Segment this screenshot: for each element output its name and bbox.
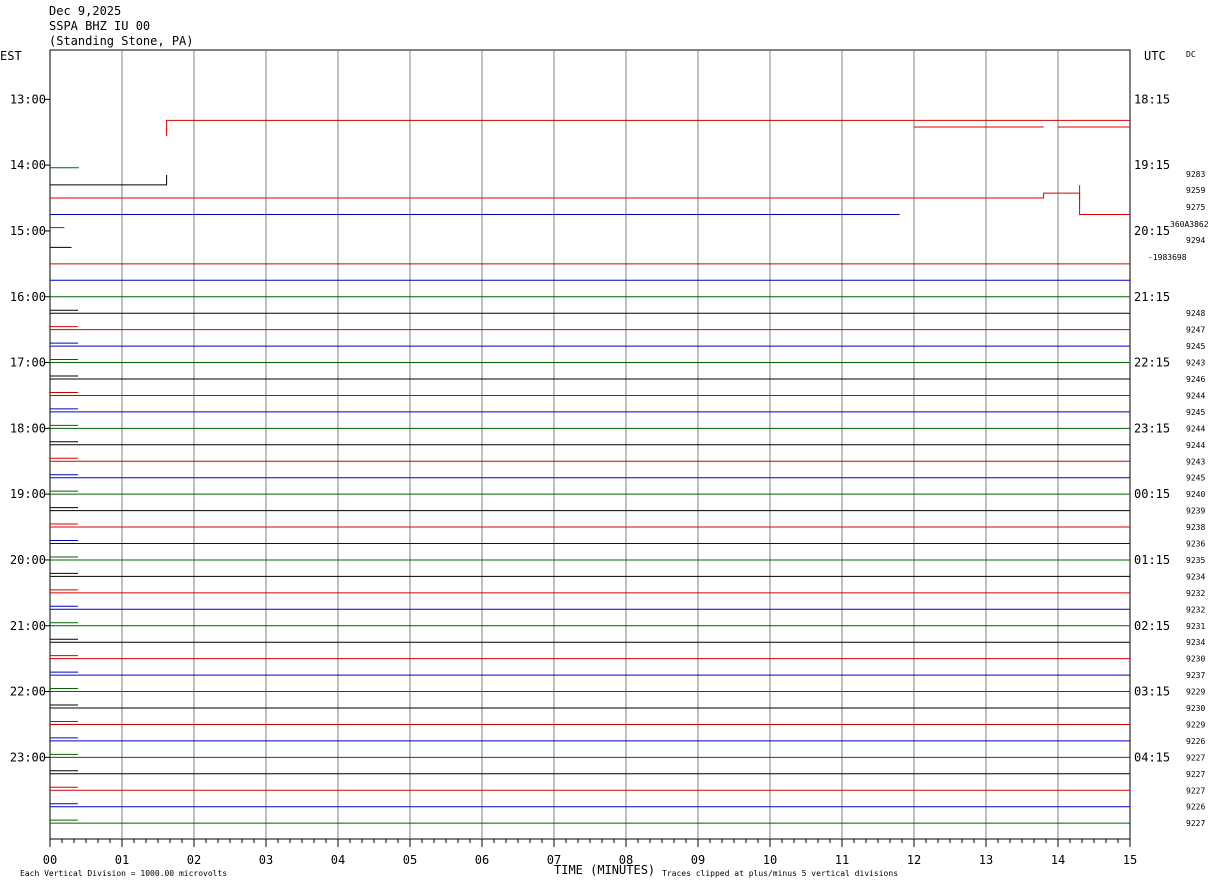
row-value-label: 9226 [1186, 803, 1205, 812]
row-value-label: 9236 [1186, 540, 1205, 549]
x-tick-label: 10 [763, 853, 777, 867]
right-zone-label: UTC [1144, 49, 1166, 63]
row-value-label: 9238 [1186, 523, 1205, 532]
axes: 00 01 02 03 04 05 06 07 08 09 10 11 12 13 14 1513:0014:… [10, 92, 1209, 867]
row-value-label: 9239 [1186, 507, 1205, 516]
x-tick-label: 14 [1051, 853, 1065, 867]
row-value-label: 9244 [1186, 424, 1205, 433]
x-tick-label: 05 [403, 853, 417, 867]
trace-line [50, 175, 168, 186]
right-hour-label: 02:15 [1134, 619, 1170, 633]
right-hour-label: 18:15 [1134, 92, 1170, 106]
x-tick-label: 03 [259, 853, 273, 867]
row-value-label: 9234 [1186, 638, 1205, 647]
left-hour-label: 16:00 [10, 290, 46, 304]
row-value-label: 9227 [1186, 770, 1205, 779]
row-value-label: 9243 [1186, 457, 1205, 466]
row-value-label: 9275 [1186, 203, 1205, 212]
x-tick-label: 09 [691, 853, 705, 867]
row-value-label: 9237 [1186, 671, 1205, 680]
left-hour-label: 14:00 [10, 158, 46, 172]
x-tick-label: 02 [187, 853, 201, 867]
row-value-label: 9229 [1186, 688, 1205, 697]
x-tick-label: 00 [43, 853, 57, 867]
clip-note: Traces clipped at plus/minus 5 vertical … [662, 869, 898, 878]
right-hour-label: 22:15 [1134, 356, 1170, 370]
grid [49, 49, 1131, 840]
x-tick-label: 04 [331, 853, 345, 867]
right-hour-label: 03:15 [1134, 685, 1170, 699]
right-hour-label: 20:15 [1134, 224, 1170, 238]
row-value-label: 9227 [1186, 786, 1205, 795]
scale-note: Each Vertical Division = 1000.00 microvo… [20, 869, 227, 878]
row-value-label: 9283 [1186, 170, 1205, 179]
trace-line [50, 192, 1130, 215]
row-value-label: 9229 [1186, 720, 1205, 729]
left-hour-label: 21:00 [10, 619, 46, 633]
row-value-label: 9245 [1186, 474, 1205, 483]
x-tick-label: 15 [1123, 853, 1137, 867]
row-value-label: 9244 [1186, 391, 1205, 400]
row-value-label: 9243 [1186, 359, 1205, 368]
x-tick-label: 13 [979, 853, 993, 867]
row-value-label: 9232 [1186, 605, 1205, 614]
trace-line [166, 119, 1130, 136]
clipped-value-label: -1983698 [1148, 253, 1187, 262]
right-hour-label: 19:15 [1134, 158, 1170, 172]
row-value-label: 9235 [1186, 556, 1205, 565]
trace-group [50, 119, 1130, 821]
dc-label: DC [1186, 50, 1196, 59]
left-hour-label: 13:00 [10, 92, 46, 106]
x-tick-label: 06 [475, 853, 489, 867]
row-value-label: 9230 [1186, 655, 1205, 664]
left-hour-label: 15:00 [10, 224, 46, 238]
left-hour-label: 22:00 [10, 685, 46, 699]
right-hour-label: 01:15 [1134, 553, 1170, 567]
x-axis-label: TIME (MINUTES) [554, 863, 655, 877]
left-hour-label: 23:00 [10, 750, 46, 764]
row-value-label: 9244 [1186, 441, 1205, 450]
left-zone-label: EST [0, 49, 22, 63]
row-value-label: 9226 [1186, 737, 1205, 746]
row-value-label: 9245 [1186, 408, 1205, 417]
left-hour-label: 19:00 [10, 487, 46, 501]
right-hour-label: 04:15 [1134, 750, 1170, 764]
row-value-label: 9248 [1186, 309, 1205, 318]
row-value-label: 9245 [1186, 342, 1205, 351]
row-value-label: 9294 [1186, 236, 1205, 245]
row-value-label: 9247 [1186, 326, 1205, 335]
right-hour-label: 00:15 [1134, 487, 1170, 501]
left-hour-label: 18:00 [10, 421, 46, 435]
row-value-label: 9230 [1186, 704, 1205, 713]
row-value-label: 9246 [1186, 375, 1205, 384]
row-value-label: 9259 [1186, 186, 1205, 195]
row-value-label: 9227 [1186, 753, 1205, 762]
x-tick-label: 01 [115, 853, 129, 867]
row-value-label: 9227 [1186, 819, 1205, 828]
row-value-label: 9234 [1186, 572, 1205, 581]
helicorder-plot: 00 01 02 03 04 05 06 07 08 09 10 11 12 13 14 1513:0014:… [0, 49, 1209, 878]
left-hour-label: 20:00 [10, 553, 46, 567]
clipped-value-label: 360A3862 [1170, 220, 1209, 229]
x-tick-label: 12 [907, 853, 921, 867]
right-hour-label: 21:15 [1134, 290, 1170, 304]
left-hour-label: 17:00 [10, 356, 46, 370]
x-tick-label: 11 [835, 853, 849, 867]
row-value-label: 9232 [1186, 589, 1205, 598]
row-value-label: 9240 [1186, 490, 1205, 499]
row-value-label: 9231 [1186, 622, 1205, 631]
right-hour-label: 23:15 [1134, 421, 1170, 435]
